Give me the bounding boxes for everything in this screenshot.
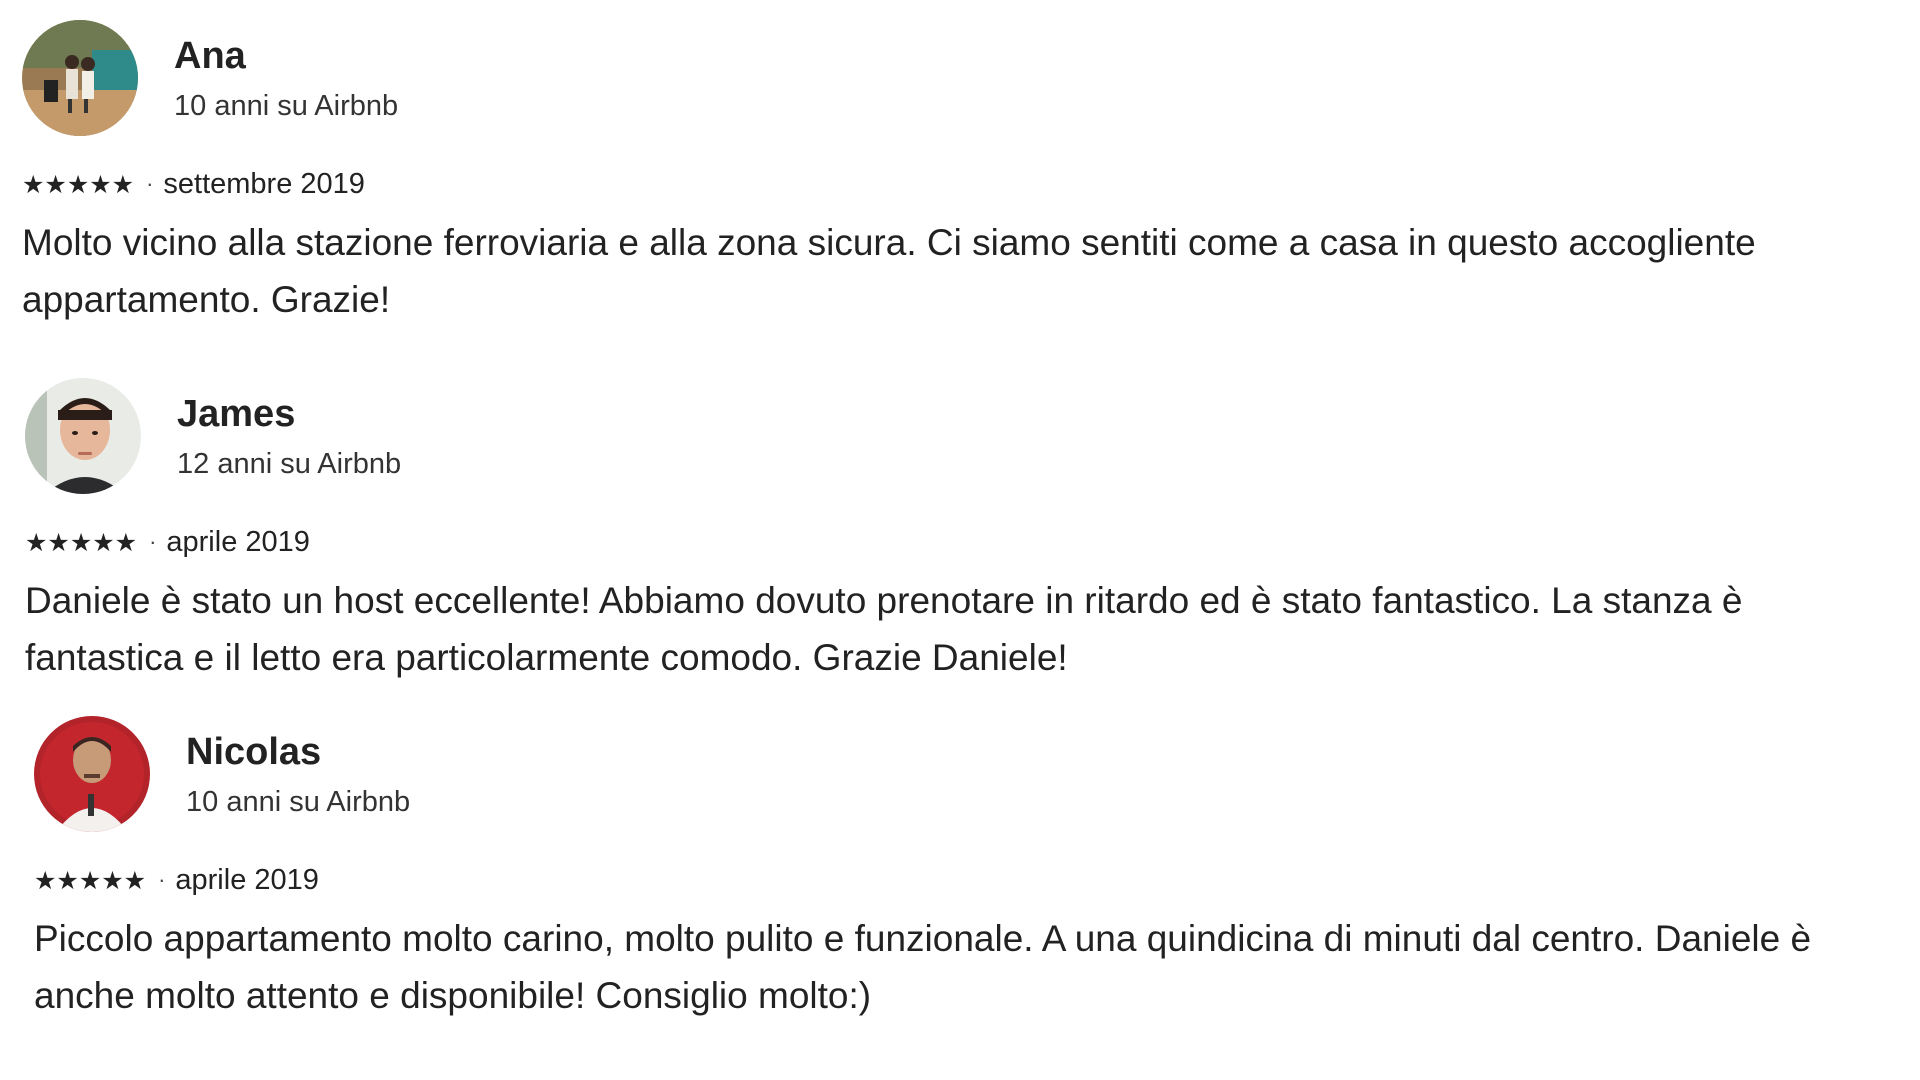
review-header: Nicolas 10 anni su Airbnb [34,716,1914,832]
review-card: Ana 10 anni su Airbnb ★★★★★ · settembre … [22,20,1902,328]
avatar-photo-icon [34,716,150,832]
reviewer-tenure: 10 anni su Airbnb [174,90,399,122]
reviewer-tenure: 10 anni su Airbnb [186,786,411,818]
separator-dot: · [149,529,157,554]
reviewer-info: Ana 10 anni su Airbnb [174,32,398,124]
reviewer-info: Nicolas 10 anni su Airbnb [186,728,410,820]
reviewer-info: James 12 anni su Airbnb [177,390,401,482]
review-date: settembre 2019 [163,168,365,200]
reviewer-name[interactable]: Nicolas [186,730,410,774]
review-date: aprile 2019 [175,864,319,896]
avatar[interactable] [34,716,150,832]
avatar[interactable] [25,378,141,494]
review-text: Molto vicino alla stazione ferroviaria e… [22,222,1756,320]
avatar-photo-icon [22,20,138,136]
star-rating-icon: ★★★★★ [34,865,147,895]
review-header: James 12 anni su Airbnb [25,378,1905,494]
reviewer-name[interactable]: Ana [174,34,398,78]
rating-line: ★★★★★ · settembre 2019 [22,164,1902,204]
separator-dot: · [146,171,154,196]
review-text: Daniele è stato un host eccellente! Abbi… [25,580,1743,678]
rating-line: ★★★★★ · aprile 2019 [34,860,1914,900]
reviewer-tenure: 12 anni su Airbnb [177,448,402,480]
separator-dot: · [158,867,166,892]
rating-line: ★★★★★ · aprile 2019 [25,522,1905,562]
review-header: Ana 10 anni su Airbnb [22,20,1902,136]
review-card: James 12 anni su Airbnb ★★★★★ · aprile 2… [25,378,1905,686]
avatar-photo-icon [25,378,141,494]
star-rating-icon: ★★★★★ [25,527,138,557]
review-card: Nicolas 10 anni su Airbnb ★★★★★ · aprile… [34,716,1914,1024]
review-date: aprile 2019 [166,526,310,558]
star-rating-icon: ★★★★★ [22,169,135,199]
reviewer-name[interactable]: James [177,392,401,436]
review-text: Piccolo appartamento molto carino, molto… [34,918,1812,1016]
avatar[interactable] [22,20,138,136]
